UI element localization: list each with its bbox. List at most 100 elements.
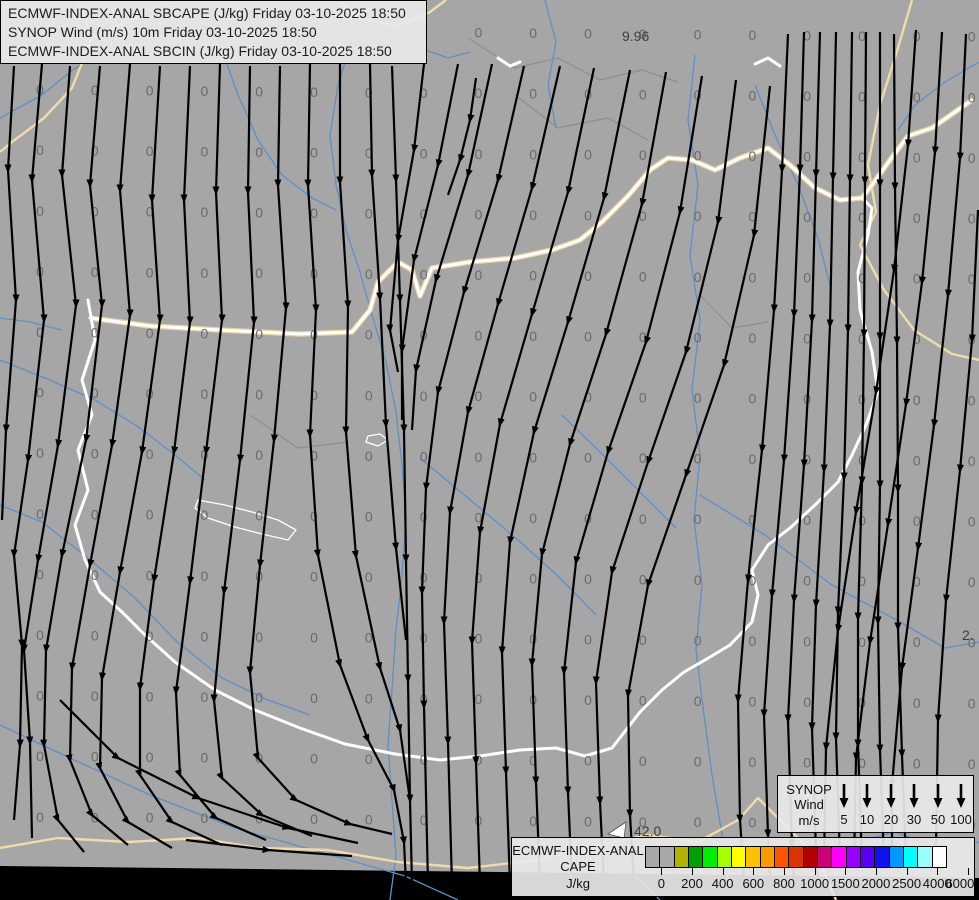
cin-value-label: 0 (420, 145, 428, 161)
cin-value-label: 0 (584, 207, 592, 223)
cin-value-label: 0 (968, 756, 976, 772)
cin-value-label: 0 (36, 445, 44, 461)
cin-value-label: 0 (201, 628, 209, 644)
cin-value-label: 0 (639, 511, 647, 527)
cin-value-label: 0 (420, 448, 428, 464)
cape-color-cell (745, 846, 761, 868)
wind-arrow-icon (909, 784, 919, 808)
cin-value-label: 0 (146, 143, 154, 159)
cin-value-label: 0 (36, 627, 44, 643)
streamline (336, 64, 412, 801)
cin-value-label: 0 (694, 390, 702, 406)
cin-value-label: 0 (36, 142, 44, 158)
cin-value-label: 0 (584, 632, 592, 648)
cin-value-label: 0 (475, 449, 483, 465)
cin-value-label: 0 (913, 392, 921, 408)
cin-value-label: 0 (913, 695, 921, 711)
cin-value-label: 0 (201, 144, 209, 160)
cin-value-label: 0 (365, 327, 373, 343)
cin-value-label: 0 (968, 89, 976, 105)
cin-value-label: 0 (146, 507, 154, 523)
cin-value-label: 0 (803, 88, 811, 104)
cin-value-label: 0 (201, 265, 209, 281)
cin-value-label: 0 (146, 83, 154, 99)
cin-value-label: 0 (584, 571, 592, 587)
cin-value-label: 0 (91, 446, 99, 462)
streamline (410, 63, 494, 431)
streamline (172, 63, 267, 842)
cape-tick-label: 6000 (945, 876, 975, 891)
cin-value-label: 0 (91, 688, 99, 704)
wind-arrow-icon (839, 784, 849, 808)
cin-value-label: 0 (310, 84, 318, 100)
cin-value-label: 0 (694, 754, 702, 770)
cin-value-label: 0 (584, 692, 592, 708)
cape-color-cell (716, 846, 732, 868)
cin-value-label: 0 (639, 390, 647, 406)
cin-value-label: 0 (146, 567, 154, 583)
river (0, 317, 63, 331)
cin-value-label: 0 (694, 693, 702, 709)
cin-value-label: 0 (201, 325, 209, 341)
cin-value-label: 0 (803, 633, 811, 649)
cin-value-label: 0 (803, 512, 811, 528)
cin-value-label: 0 (639, 268, 647, 284)
cin-value-label: 0 (803, 209, 811, 225)
cin-value-label: 0 (749, 633, 757, 649)
cin-value-label: 0 (529, 570, 537, 586)
cin-value-label: 0 (913, 271, 921, 287)
cin-value-label: 0 (365, 690, 373, 706)
cin-value-label: 0 (694, 814, 702, 830)
streamline (398, 63, 460, 420)
cin-value-label: 0 (255, 205, 263, 221)
cin-value-label: 0 (749, 451, 757, 467)
cin-value-label: 0 (968, 29, 976, 45)
cape-tick (875, 868, 877, 875)
wind-speed-value: 100 (950, 812, 972, 827)
streamline (418, 65, 526, 885)
cin-value-label: 0 (255, 629, 263, 645)
cape-tick (753, 868, 755, 875)
cape-tick (722, 868, 724, 875)
cin-value-label: 0 (255, 83, 263, 99)
cin-value-label: 0 (968, 210, 976, 226)
cin-value-label: 0 (913, 89, 921, 105)
cin-value-label: 0 (968, 392, 976, 408)
cin-value-label: 0 (968, 695, 976, 711)
cin-value-label: 0 (749, 148, 757, 164)
cin-value-label: 0 (146, 264, 154, 280)
cape-color-cell (659, 846, 675, 868)
station-marker (607, 821, 627, 839)
white-border (753, 56, 782, 68)
cin-value-label: 0 (913, 452, 921, 468)
title-sbcin: ECMWF-INDEX-ANAL SBCIN (J/kg) Friday 03-… (8, 43, 392, 59)
wind-legend-title: SYNOP (786, 782, 832, 797)
lake-outline (194, 499, 297, 541)
cape-color-cell (831, 846, 847, 868)
cin-value-label: 0 (475, 388, 483, 404)
cape-tick (967, 868, 969, 875)
cin-value-label: 0 (201, 810, 209, 826)
cin-value-label: 0 (749, 693, 757, 709)
wind-arrow-icon (933, 784, 943, 808)
cin-value-label: 0 (420, 751, 428, 767)
cin-value-label: 0 (475, 328, 483, 344)
cin-value-label: 0 (255, 447, 263, 463)
cin-value-label: 0 (749, 330, 757, 346)
cin-value-label: 0 (365, 751, 373, 767)
cin-value-label: 0 (529, 207, 537, 223)
cin-value-label: 0 (201, 386, 209, 402)
cin-value-label: 0 (584, 753, 592, 769)
cape-color-cell (874, 846, 890, 868)
cin-value-label: 0 (694, 26, 702, 42)
title-wind: SYNOP Wind (m/s) 10m Friday 03-10-2025 1… (8, 24, 317, 40)
cape-legend: ECMWF-INDEX-ANAL CAPE J/kg 0 200 400 600 800… (511, 837, 975, 897)
cin-value-label: 0 (639, 693, 647, 709)
streamline (10, 63, 48, 821)
cin-value-label: 0 (420, 267, 428, 283)
cin-value-label: 0 (694, 511, 702, 527)
cin-value-label: 0 (803, 755, 811, 771)
cin-value-label: 0 (584, 147, 592, 163)
streamline (440, 65, 562, 885)
cin-value-label: 0 (201, 750, 209, 766)
